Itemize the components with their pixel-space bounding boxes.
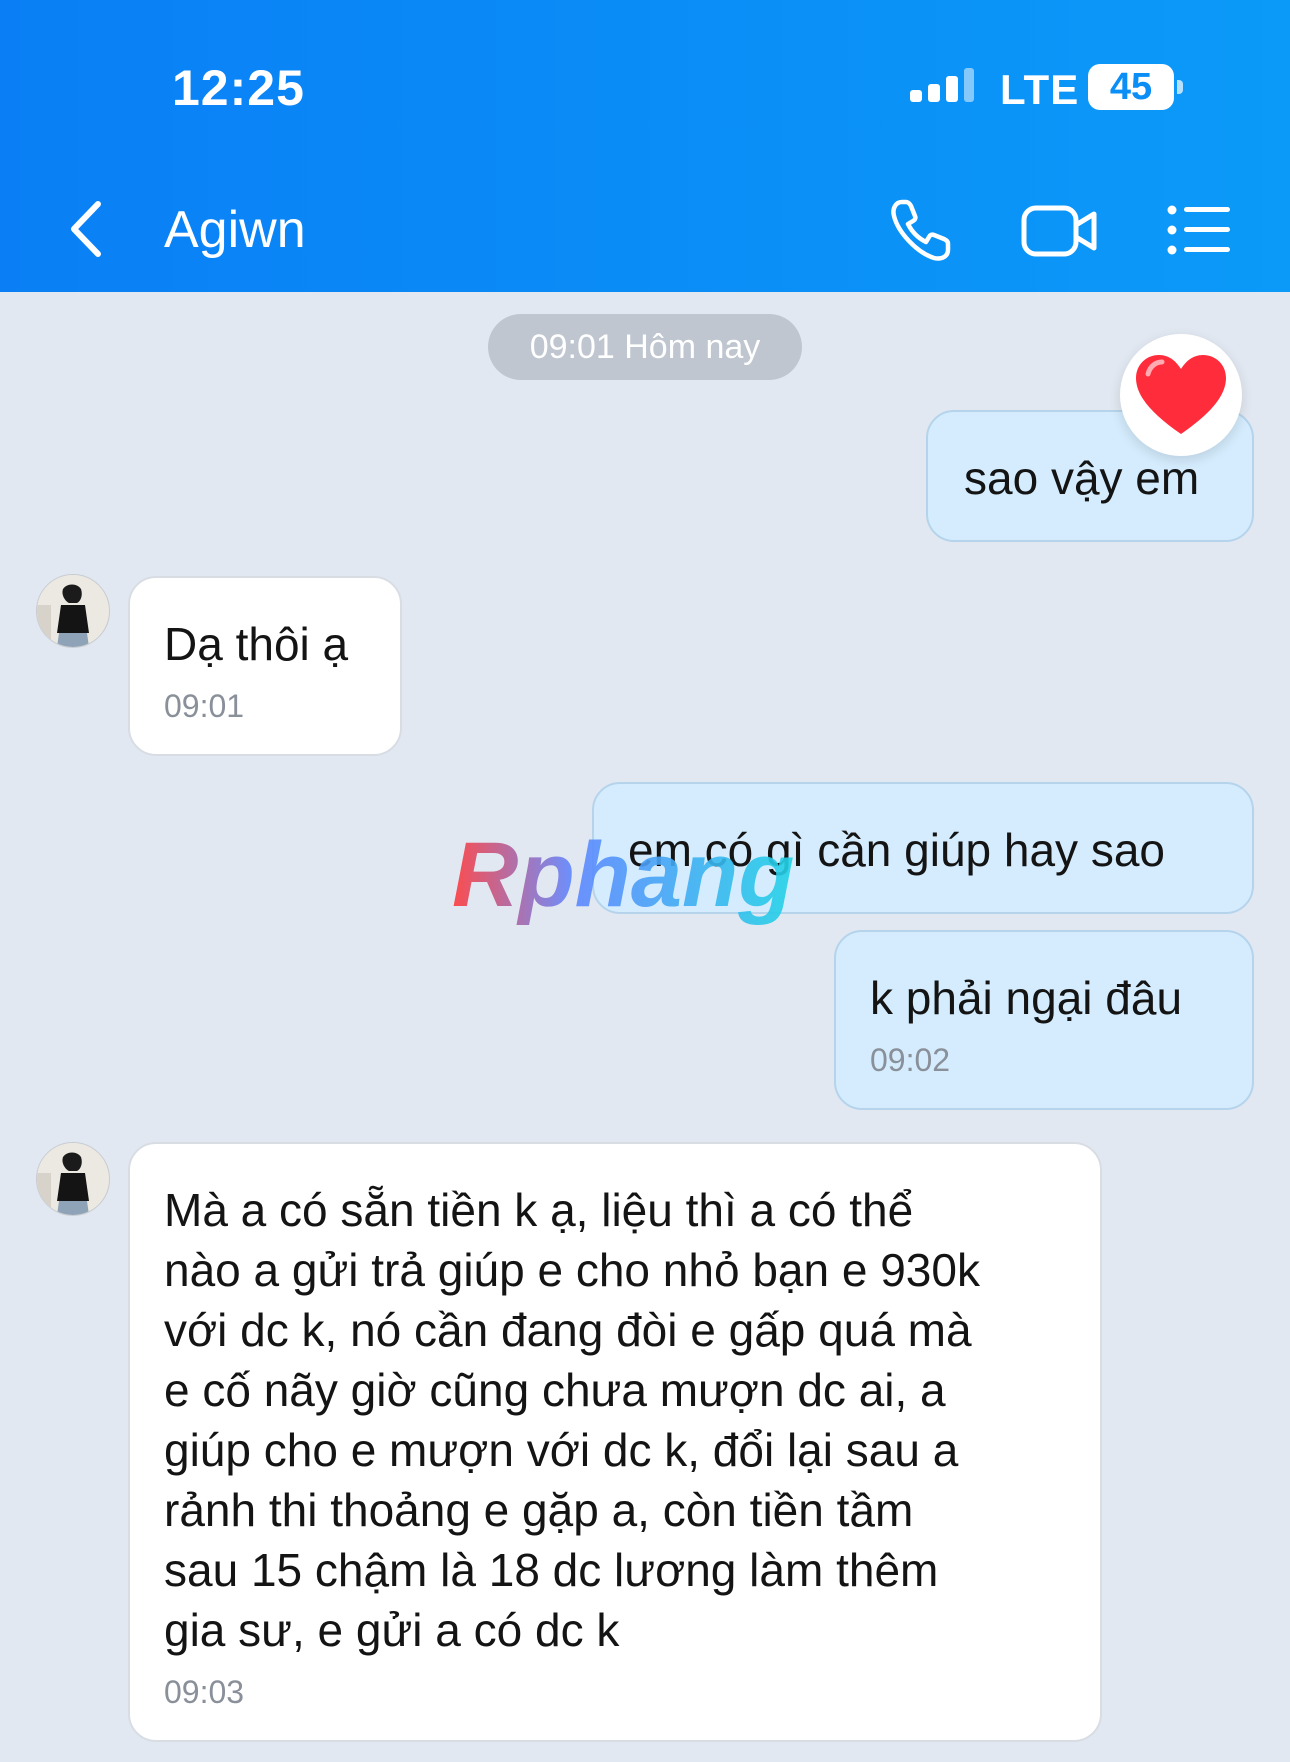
svg-text:Rphang: Rphang: [452, 824, 794, 926]
status-time: 12:25: [172, 60, 305, 116]
phone-icon: [891, 199, 951, 261]
date-separator: 09:01 Hôm nay: [488, 314, 802, 380]
contact-avatar[interactable]: [36, 574, 110, 648]
contact-avatar[interactable]: [36, 1142, 110, 1216]
back-button[interactable]: [60, 196, 120, 262]
reaction-badge[interactable]: [1120, 334, 1242, 456]
message-bubble-incoming[interactable]: Dạ thôi ạ 09:01: [128, 576, 402, 756]
battery-cap: [1177, 80, 1183, 94]
chat-header: 12:25 LTE 45 Agiwn: [0, 0, 1290, 292]
message-text: Mà a có sẵn tiền k ạ, liệu thì a có thể …: [164, 1184, 980, 1656]
signal-strength-icon: [910, 68, 974, 102]
message-time: 09:01: [164, 688, 245, 724]
message-text: k phải ngại đâu: [870, 972, 1183, 1024]
video-camera-icon: [1021, 205, 1079, 257]
message-time: 09:02: [870, 1042, 951, 1078]
message-text: sao vậy em: [964, 452, 1200, 504]
watermark-logo: Rphang: [452, 824, 794, 926]
battery-indicator: 45: [1088, 64, 1174, 110]
chat-title[interactable]: Agiwn: [164, 200, 306, 260]
message-text: Dạ thôi ạ: [164, 618, 349, 670]
video-call-button[interactable]: [1020, 198, 1100, 264]
menu-button[interactable]: [1166, 200, 1234, 260]
network-label: LTE: [1000, 66, 1080, 113]
chevron-left-icon: [71, 201, 101, 257]
message-bubble-outgoing[interactable]: k phải ngại đâu 09:02: [834, 930, 1254, 1110]
call-button[interactable]: [886, 196, 956, 266]
message-time: 09:03: [164, 1674, 245, 1710]
list-menu-icon: [1167, 205, 1230, 255]
message-bubble-incoming[interactable]: Mà a có sẵn tiền k ạ, liệu thì a có thể …: [128, 1142, 1102, 1742]
